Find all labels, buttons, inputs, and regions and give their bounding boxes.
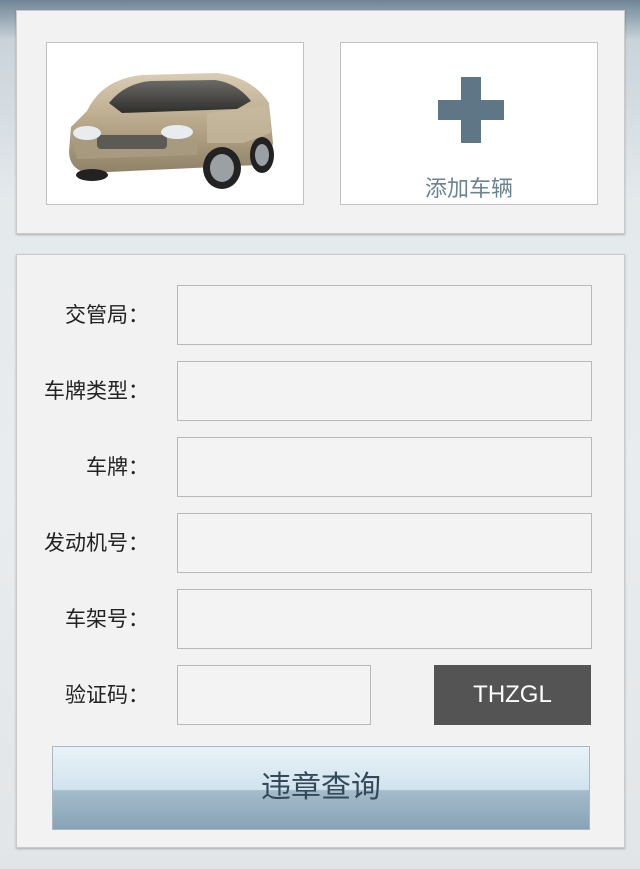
engine-number-label: 发动机号： — [44, 531, 149, 555]
form-row-traffic-bureau: 交管局： — [17, 285, 624, 345]
plate-number-input[interactable] — [177, 437, 592, 497]
traffic-bureau-input[interactable] — [177, 285, 592, 345]
add-vehicle-label: 添加车辆 — [424, 177, 513, 202]
traffic-bureau-label: 交管局： — [65, 303, 149, 327]
vehicle-card[interactable] — [46, 42, 304, 205]
car-image — [69, 73, 274, 189]
plate-type-input[interactable] — [177, 361, 592, 421]
form-row-captcha: 验证码： THZGL — [17, 665, 624, 725]
form-row-frame-number: 车架号： — [17, 589, 624, 649]
form-row-engine-number: 发动机号： — [17, 513, 624, 573]
vehicle-selector-panel: 添加车辆 — [16, 10, 625, 234]
form-row-plate-type: 车牌类型： — [17, 361, 624, 421]
captcha-image[interactable]: THZGL — [434, 665, 591, 725]
query-violations-button[interactable]: 违章查询 — [52, 746, 590, 830]
plus-icon — [438, 77, 504, 143]
violation-query-form: 交管局： 车牌类型： 车牌： 发动机号： 车架号： 验证码： THZGL 违章查… — [16, 254, 625, 848]
form-row-plate-number: 车牌： — [17, 437, 624, 497]
frame-number-label: 车架号： — [65, 607, 149, 631]
plate-type-label: 车牌类型： — [44, 379, 149, 403]
captcha-label: 验证码： — [65, 683, 149, 707]
add-vehicle-button[interactable]: 添加车辆 — [340, 42, 598, 205]
captcha-input[interactable] — [177, 665, 371, 725]
engine-number-input[interactable] — [177, 513, 592, 573]
plate-number-label: 车牌： — [86, 455, 149, 479]
frame-number-input[interactable] — [177, 589, 592, 649]
